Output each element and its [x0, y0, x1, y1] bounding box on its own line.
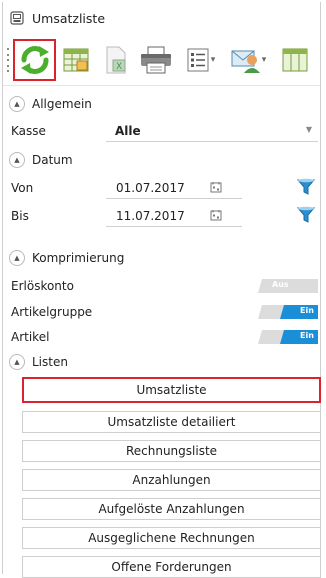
window-title: Umsatzliste [32, 10, 106, 26]
collapse-icon[interactable]: ▲ [9, 152, 25, 168]
dropdown-arrow-icon[interactable]: ▼ [306, 125, 312, 134]
section-title: Listen [32, 355, 68, 369]
grid-layout-button[interactable] [275, 39, 315, 81]
excel-export-icon: X [106, 46, 126, 74]
section-datum[interactable]: ▲ Datum [9, 152, 73, 168]
von-date-field[interactable]: 01.07.2017 [106, 177, 242, 199]
kasse-label: Kasse [11, 124, 46, 138]
umsatzliste-detailiert-button[interactable]: Umsatzliste detailiert [22, 411, 321, 433]
ausgeglichene-rechnungen-button[interactable]: Ausgeglichene Rechnungen [22, 527, 321, 549]
title-bar: Umsatzliste [3, 2, 320, 34]
toolbar: X ▾ ▾ [3, 35, 320, 86]
cash-register-icon [10, 11, 24, 25]
kasse-select[interactable]: Alle ▼ [106, 120, 318, 142]
toggle-state: Ein [300, 306, 314, 315]
bis-date-value: 11.07.2017 [116, 209, 185, 223]
list-options-button[interactable]: ▾ [179, 39, 221, 81]
toggle-state: Aus [272, 280, 289, 289]
section-allgemein[interactable]: ▲ Allgemein [9, 96, 92, 112]
von-date-value: 01.07.2017 [116, 181, 185, 195]
svg-text:X: X [116, 62, 122, 72]
anzahlungen-button[interactable]: Anzahlungen [22, 469, 321, 491]
toolbar-grip[interactable] [7, 48, 10, 72]
von-label: Von [11, 181, 34, 195]
offene-forderungen-button[interactable]: Offene Forderungen [22, 556, 321, 578]
aufgeloeste-anzahlungen-button[interactable]: Aufgelöste Anzahlungen [22, 498, 321, 520]
erloeskonto-label: Erlöskonto [11, 279, 74, 293]
chevron-down-icon: ▾ [210, 55, 216, 65]
section-title: Komprimierung [32, 251, 125, 265]
section-listen[interactable]: ▲ Listen [9, 354, 68, 370]
umsatzliste-panel: Umsatzliste X ▾ ▾ ▲ Allgemein Kasse Alle… [2, 2, 321, 578]
artikel-label: Artikel [11, 330, 50, 344]
bis-label: Bis [11, 209, 29, 223]
grid-button[interactable] [59, 39, 93, 81]
calendar-icon[interactable] [210, 181, 222, 193]
refresh-button[interactable] [13, 39, 56, 81]
artikelgruppe-label: Artikelgruppe [11, 305, 93, 319]
kasse-value: Alle [115, 124, 141, 138]
artikel-toggle[interactable]: Ein [258, 328, 320, 346]
excel-export-button[interactable]: X [98, 39, 132, 81]
calendar-icon[interactable] [210, 209, 222, 221]
list-options-icon [187, 48, 209, 72]
filter-funnel-icon[interactable] [297, 206, 315, 224]
artikelgruppe-toggle[interactable]: Ein [258, 303, 320, 321]
erloeskonto-toggle[interactable]: Aus [258, 277, 320, 295]
section-title: Allgemein [32, 97, 92, 111]
filter-funnel-icon[interactable] [297, 178, 315, 196]
print-button[interactable] [137, 39, 175, 81]
email-button[interactable]: ▾ [225, 39, 271, 81]
umsatzliste-button[interactable]: Umsatzliste [22, 377, 321, 403]
toggle-state: Ein [300, 331, 314, 340]
section-komprimierung[interactable]: ▲ Komprimierung [9, 250, 124, 266]
print-icon [141, 46, 171, 74]
grid-icon [63, 48, 89, 72]
collapse-icon[interactable]: ▲ [9, 354, 25, 370]
collapse-icon[interactable]: ▲ [9, 250, 25, 266]
bis-date-field[interactable]: 11.07.2017 [106, 205, 242, 227]
chevron-down-icon: ▾ [261, 55, 267, 65]
collapse-icon[interactable]: ▲ [9, 96, 25, 112]
section-title: Datum [32, 153, 73, 167]
refresh-icon [20, 46, 49, 74]
grid-layout-icon [282, 48, 308, 72]
rechnungsliste-button[interactable]: Rechnungsliste [22, 440, 321, 462]
email-icon [231, 50, 260, 73]
